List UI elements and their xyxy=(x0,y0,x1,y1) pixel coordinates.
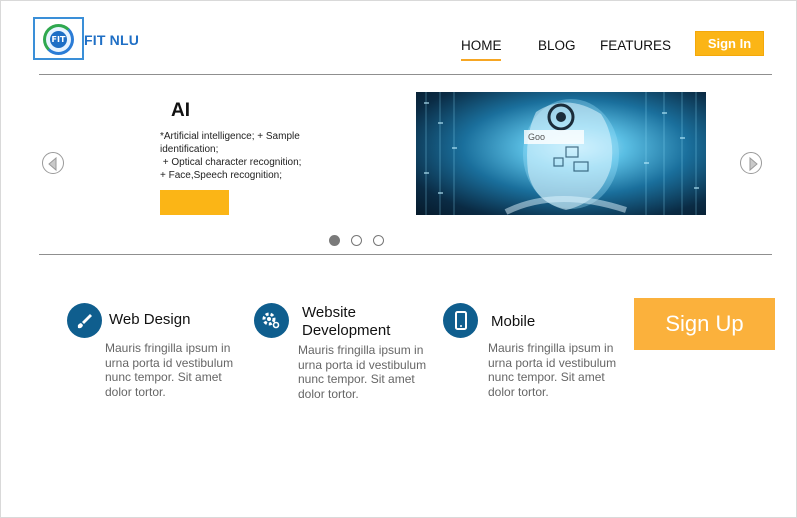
page-frame xyxy=(0,0,797,518)
nav-blog[interactable]: BLOG xyxy=(538,38,576,53)
feature-desc-website-development: Mauris fringilla ipsum in urna porta id … xyxy=(298,343,427,401)
sign-up-button[interactable]: Sign Up xyxy=(634,298,775,350)
brand-name[interactable]: FIT NLU xyxy=(84,32,139,48)
logo-badge: FIT xyxy=(50,31,67,48)
mobile-icon xyxy=(443,303,478,338)
slide-line: + Optical character recognition; xyxy=(160,157,302,168)
slider-next-button[interactable] xyxy=(740,152,762,174)
gear-icon xyxy=(254,303,289,338)
chevron-left-icon xyxy=(48,156,57,172)
chevron-right-icon xyxy=(749,156,758,172)
nav-home[interactable]: HOME xyxy=(461,38,502,53)
slider-prev-button[interactable] xyxy=(42,152,64,174)
feature-title-line: Website xyxy=(302,304,356,321)
feature-title-mobile: Mobile xyxy=(491,313,536,330)
feature-title-web-design: Web Design xyxy=(109,311,191,328)
slider-dot-3[interactable] xyxy=(373,235,384,246)
svg-text:Goo: Goo xyxy=(528,132,545,142)
slider-dot-1[interactable] xyxy=(329,235,340,246)
section-divider xyxy=(39,254,772,255)
slider-dot-2[interactable] xyxy=(351,235,362,246)
slide-cta-button[interactable] xyxy=(160,190,229,215)
feature-title-line: Development xyxy=(302,322,391,339)
slide-line: + Face,Speech recognition; xyxy=(160,170,283,181)
header-divider xyxy=(39,74,772,75)
brush-icon xyxy=(67,303,102,338)
ai-head-image: Goo xyxy=(416,92,706,215)
slide-line: *Artificial intelligence; + Sample xyxy=(160,131,300,142)
feature-title-website-development: Website Development xyxy=(302,304,390,340)
nav-features[interactable]: FEATURES xyxy=(600,38,671,53)
feature-desc-mobile: Mauris fringilla ipsum in urna porta id … xyxy=(488,341,617,399)
ai-head-illustration: Goo xyxy=(424,92,699,215)
logo[interactable]: FIT xyxy=(33,17,84,60)
slide-title: AI xyxy=(171,100,190,121)
slide-line: identification; xyxy=(160,144,219,155)
slide-description: *Artificial intelligence; + Sample ident… xyxy=(160,130,320,182)
feature-desc-web-design: Mauris fringilla ipsum in urna porta id … xyxy=(105,341,234,399)
sign-in-button[interactable]: Sign In xyxy=(695,31,764,56)
logo-ring: FIT xyxy=(43,24,74,55)
nav-active-indicator xyxy=(461,59,501,61)
